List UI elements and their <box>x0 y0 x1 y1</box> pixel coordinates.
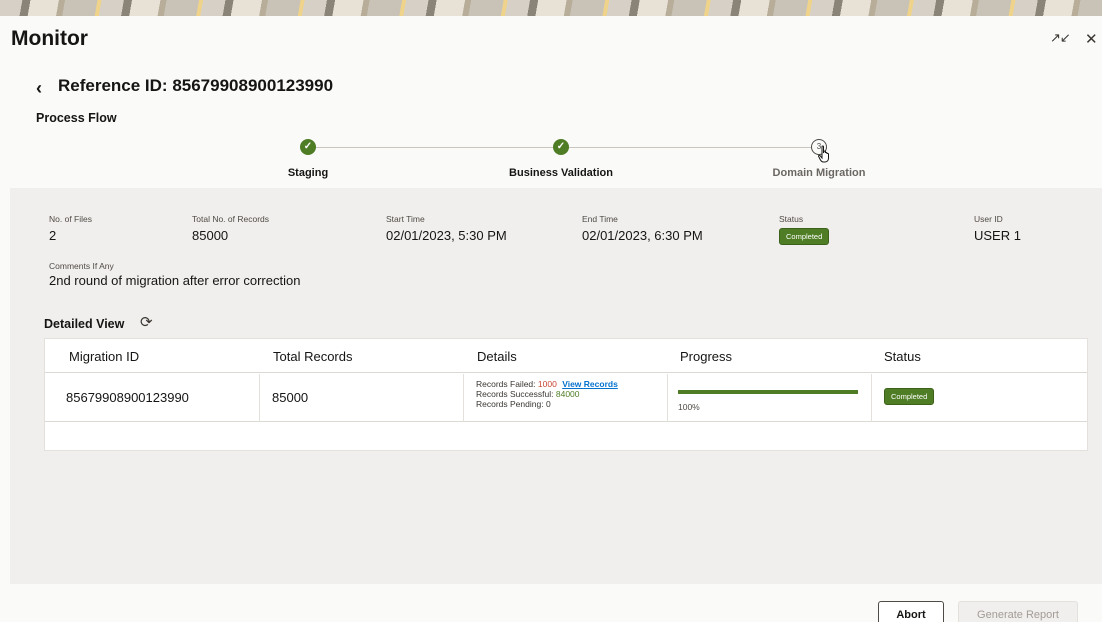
row-total-records-value: 85000 <box>272 390 309 405</box>
decorative-banner <box>0 0 1102 16</box>
refresh-icon[interactable]: ⟳ <box>140 313 153 331</box>
status-label: Status <box>779 214 804 224</box>
process-flow-label: Process Flow <box>36 111 117 125</box>
files-value: 2 <box>49 228 57 243</box>
column-header-total-records: Total Records <box>273 349 353 364</box>
detailed-view-label: Detailed View <box>44 317 125 331</box>
table-header: Migration ID Total Records Details Progr… <box>45 339 1087 373</box>
migration-id-value: 85679908900123990 <box>66 390 189 405</box>
progress-bar <box>678 390 858 394</box>
end-time-label: End Time <box>582 214 618 224</box>
cell-details: Records Failed: 1000 View Records Record… <box>464 374 668 422</box>
step-label-staging: Staging <box>287 167 329 179</box>
total-records-value: 85000 <box>192 228 229 243</box>
start-time-value: 02/01/2023, 5:30 PM <box>386 228 507 243</box>
records-pending-value: 0 <box>545 399 551 409</box>
table-row: 85679908900123990 85000 Records Failed: … <box>45 374 1087 422</box>
step-connector <box>568 147 816 148</box>
page-title: Monitor <box>11 27 88 50</box>
records-successful-label: Records Successful: <box>476 389 554 399</box>
step-connector <box>308 147 560 148</box>
files-label: No. of Files <box>49 214 92 224</box>
cell-progress: 100% <box>668 374 872 422</box>
status-badge: Completed <box>779 228 830 245</box>
progress-bar-fill <box>678 390 858 394</box>
step-label-business-validation: Business Validation <box>509 167 613 179</box>
total-records-label: Total No. of Records <box>192 214 270 224</box>
end-time-value: 02/01/2023, 6:30 PM <box>582 228 703 243</box>
column-header-migration-id: Migration ID <box>69 349 140 364</box>
generate-report-button[interactable]: Generate Report <box>958 601 1078 622</box>
row-status-badge: Completed <box>884 388 935 405</box>
step-label-domain-migration: Domain Migration <box>772 167 866 179</box>
cell-status: Completed <box>872 374 1089 422</box>
step-staging-check-icon: ✓ <box>300 139 316 155</box>
column-header-details: Details <box>477 349 517 364</box>
view-records-link[interactable]: View Records <box>562 379 618 389</box>
hand-cursor-icon <box>818 145 829 163</box>
records-successful-line: Records Successful: 84000 <box>476 389 618 399</box>
cell-total-records: 85000 <box>260 374 464 422</box>
start-time-label: Start Time <box>386 214 425 224</box>
step-validation-check-icon: ✓ <box>553 139 569 155</box>
records-failed-label: Records Failed: <box>476 379 536 389</box>
close-icon[interactable]: ✕ <box>1085 30 1098 48</box>
records-successful-value: 84000 <box>555 389 580 399</box>
reference-id-title: Reference ID: 85679908900123990 <box>58 76 334 95</box>
records-failed-value: 1000 <box>537 379 557 389</box>
back-chevron-icon[interactable]: ‹ <box>36 78 42 99</box>
column-header-status: Status <box>884 349 921 364</box>
records-pending-label: Records Pending: <box>476 399 544 409</box>
records-pending-line: Records Pending: 0 <box>476 399 618 409</box>
cell-migration-id: 85679908900123990 <box>45 374 260 422</box>
user-id-value: USER 1 <box>974 228 1021 243</box>
progress-percent: 100% <box>678 402 700 412</box>
detailed-view-table: Migration ID Total Records Details Progr… <box>44 338 1088 451</box>
comments-value: 2nd round of migration after error corre… <box>49 273 301 288</box>
column-header-progress: Progress <box>680 349 733 364</box>
records-failed-line: Records Failed: 1000 View Records <box>476 379 618 389</box>
comments-label: Comments If Any <box>49 261 114 271</box>
minimize-icon[interactable]: ↗↙ <box>1050 30 1071 46</box>
user-id-label: User ID <box>974 214 1003 224</box>
abort-button[interactable]: Abort <box>878 601 944 622</box>
